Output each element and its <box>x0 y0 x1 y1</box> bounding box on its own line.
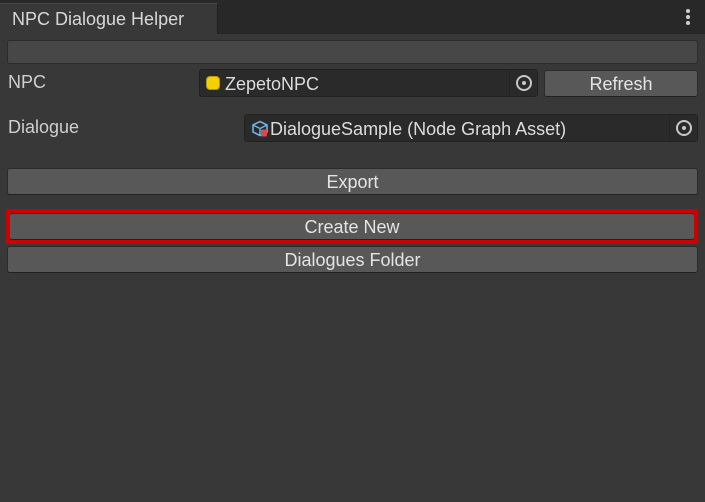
dialogue-object-value: DialogueSample (Node Graph Asset) <box>270 119 567 139</box>
tab-bar: NPC Dialogue Helper <box>0 0 705 34</box>
npc-object-field[interactable]: ZepetoNPC <box>199 69 538 97</box>
npc-dialogue-helper-window: NPC Dialogue Helper NPC ZepetoNPC Refres… <box>0 0 705 502</box>
more-options-icon[interactable] <box>685 9 691 27</box>
tab-npc-dialogue-helper[interactable]: NPC Dialogue Helper <box>0 3 218 34</box>
dialogue-object-picker[interactable] <box>669 115 697 141</box>
export-button[interactable]: Export <box>7 168 698 195</box>
target-icon <box>676 120 692 136</box>
refresh-button[interactable]: Refresh <box>544 70 698 97</box>
npc-label: NPC <box>8 72 47 92</box>
npc-object-value: ZepetoNPC <box>225 74 320 94</box>
target-icon <box>516 75 532 91</box>
create-new-button[interactable]: Create New <box>9 213 695 240</box>
top-empty-bar <box>7 40 698 64</box>
node-graph-asset-icon <box>252 120 268 137</box>
dialogue-object-field[interactable]: DialogueSample (Node Graph Asset) <box>244 114 698 142</box>
gameobject-icon <box>206 76 220 90</box>
npc-object-picker[interactable] <box>509 70 537 96</box>
tab-title: NPC Dialogue Helper <box>12 9 185 29</box>
dialogue-label: Dialogue <box>8 117 80 137</box>
dialogues-folder-button[interactable]: Dialogues Folder <box>7 246 698 273</box>
